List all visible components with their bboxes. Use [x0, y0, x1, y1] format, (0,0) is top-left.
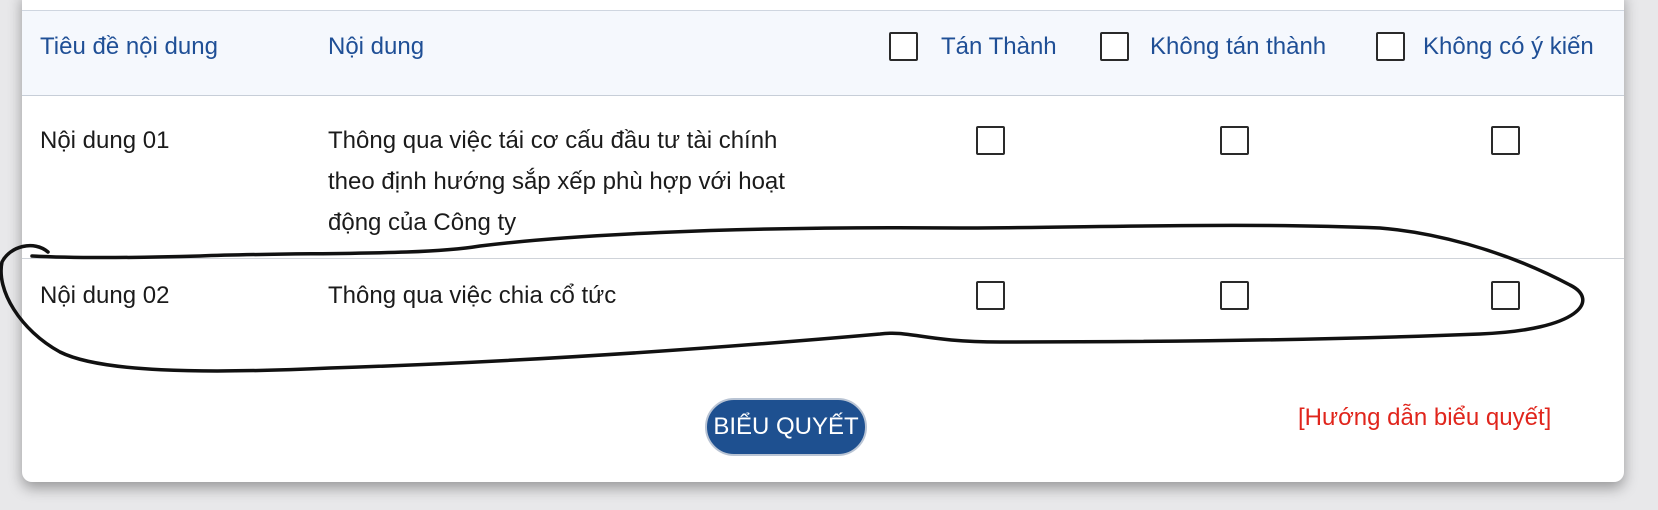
row-2-content-line-1: Thông qua việc chia cổ tức [328, 282, 617, 309]
column-header-approve: Tán Thành [941, 33, 1057, 60]
row-2-disapprove-checkbox[interactable] [1220, 281, 1249, 310]
row-1-disapprove-checkbox[interactable] [1220, 126, 1249, 155]
row-1-approve-checkbox[interactable] [976, 126, 1005, 155]
column-header-no-opinion: Không có ý kiến [1423, 33, 1594, 60]
row-1-content-line-2: theo định hướng sắp xếp phù hợp với hoạt [328, 168, 785, 195]
select-all-no-opinion-checkbox[interactable] [1376, 32, 1405, 61]
column-header-content: Nội dung [328, 33, 425, 60]
row-2-approve-checkbox[interactable] [976, 281, 1005, 310]
column-header-title: Tiêu đề nội dung [40, 33, 218, 60]
row-1-title: Nội dung 01 [40, 127, 170, 154]
row-2-title: Nội dung 02 [40, 282, 170, 309]
select-all-disapprove-checkbox[interactable] [1100, 32, 1129, 61]
voting-guide-link[interactable]: [Hướng dẫn biểu quyết] [1298, 397, 1551, 438]
row-2-no-opinion-checkbox[interactable] [1491, 281, 1520, 310]
row-divider [22, 258, 1624, 259]
column-header-disapprove: Không tán thành [1150, 33, 1327, 60]
row-1-no-opinion-checkbox[interactable] [1491, 126, 1520, 155]
row-1-content-line-1: Thông qua việc tái cơ cấu đầu tư tài chí… [328, 127, 778, 154]
select-all-approve-checkbox[interactable] [889, 32, 918, 61]
vote-button[interactable]: BIỂU QUYẾT [705, 398, 867, 456]
row-1-content-line-3: động của Công ty [328, 209, 517, 236]
